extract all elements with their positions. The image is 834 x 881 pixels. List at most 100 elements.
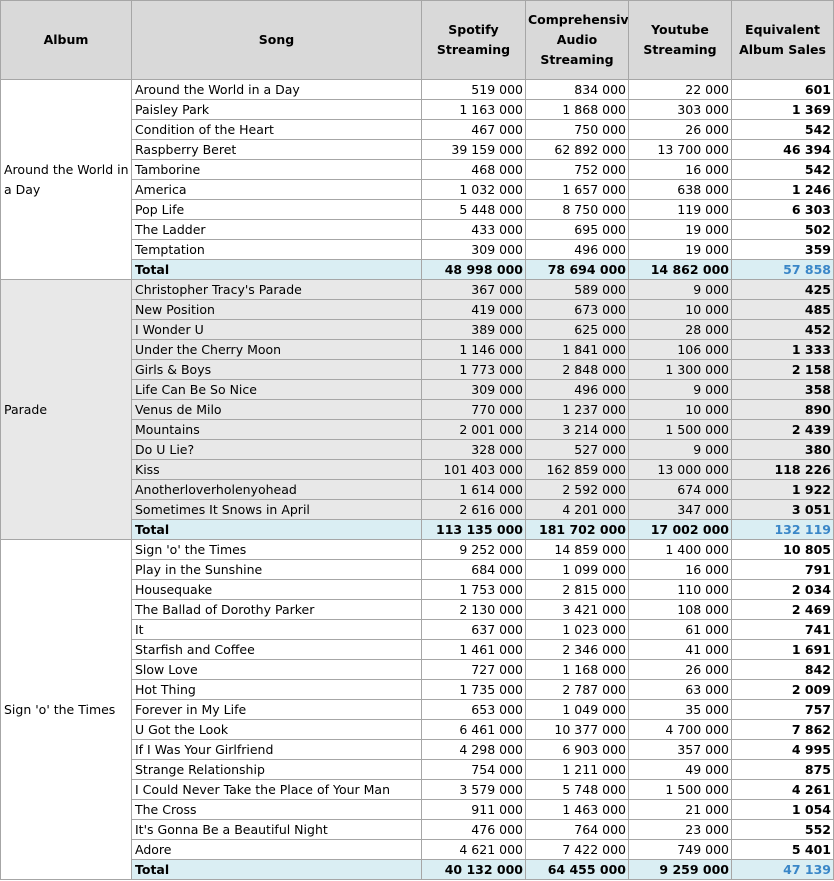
cas-cell: 589 000 [525,279,629,300]
total-label: Total [131,519,422,540]
eas-cell: 542 [731,119,834,140]
song-cell: Forever in My Life [131,699,422,720]
album-name-cell: Sign 'o' the Times [0,539,132,880]
spotify-cell: 1 163 000 [421,99,526,120]
spotify-cell: 3 579 000 [421,779,526,800]
youtube-cell: 26 000 [628,659,732,680]
song-cell: Sometimes It Snows in April [131,499,422,520]
song-cell: Mountains [131,419,422,440]
song-cell: Starfish and Coffee [131,639,422,660]
song-cell: Strange Relationship [131,759,422,780]
eas-cell: 757 [731,699,834,720]
spotify-cell: 2 130 000 [421,599,526,620]
cas-cell: 2 848 000 [525,359,629,380]
spotify-cell: 727 000 [421,659,526,680]
album-name-cell: Parade [0,279,132,540]
song-cell: Slow Love [131,659,422,680]
spotify-cell: 433 000 [421,219,526,240]
youtube-cell: 1 500 000 [628,779,732,800]
youtube-cell: 347 000 [628,499,732,520]
spotify-cell: 6 461 000 [421,719,526,740]
header-song: Song [131,0,422,80]
header-cas: Comprehensive Audio Streaming [525,0,629,80]
song-cell: If I Was Your Girlfriend [131,739,422,760]
cas-cell: 673 000 [525,299,629,320]
eas-cell: 358 [731,379,834,400]
youtube-cell: 16 000 [628,159,732,180]
song-cell: U Got the Look [131,719,422,740]
total-eas-cell: 47 139 [731,859,834,880]
spotify-cell: 367 000 [421,279,526,300]
song-cell: New Position [131,299,422,320]
song-cell: Play in the Sunshine [131,559,422,580]
table-row: Sign 'o' the Times Sign 'o' the Times 9 25… [0,539,834,880]
spotify-cell: 754 000 [421,759,526,780]
total-cas-cell: 78 694 000 [525,259,629,280]
spotify-cell: 770 000 [421,399,526,420]
cas-cell: 1 868 000 [525,99,629,120]
eas-cell: 791 [731,559,834,580]
total-eas-cell: 132 119 [731,519,834,540]
cas-cell: 5 748 000 [525,779,629,800]
cas-cell: 14 859 000 [525,539,629,560]
spotify-cell: 39 159 000 [421,139,526,160]
youtube-cell: 21 000 [628,799,732,820]
youtube-cell: 1 400 000 [628,539,732,560]
song-cell: The Cross [131,799,422,820]
cas-cell: 8 750 000 [525,199,629,220]
total-label: Total [131,259,422,280]
song-cell: I Could Never Take the Place of Your Man [131,779,422,800]
eas-cell: 118 226 [731,459,834,480]
spotify-cell: 1 614 000 [421,479,526,500]
eas-cell: 741 [731,619,834,640]
cas-cell: 752 000 [525,159,629,180]
cas-cell: 1 237 000 [525,399,629,420]
song-cell: America [131,179,422,200]
cas-cell: 1 023 000 [525,619,629,640]
song-cell: Temptation [131,239,422,260]
spotify-cell: 9 252 000 [421,539,526,560]
spotify-cell: 4 621 000 [421,839,526,860]
youtube-cell: 19 000 [628,219,732,240]
eas-cell: 502 [731,219,834,240]
song-cell: Adore [131,839,422,860]
eas-cell: 1 369 [731,99,834,120]
eas-cell: 2 439 [731,419,834,440]
spotify-cell: 637 000 [421,619,526,640]
eas-cell: 552 [731,819,834,840]
cas-cell: 162 859 000 [525,459,629,480]
cas-cell: 1 463 000 [525,799,629,820]
spotify-cell: 1 032 000 [421,179,526,200]
spotify-cell: 684 000 [421,559,526,580]
song-cell: Raspberry Beret [131,139,422,160]
song-cell: Life Can Be So Nice [131,379,422,400]
cas-cell: 1 168 000 [525,659,629,680]
eas-cell: 452 [731,319,834,340]
song-cell: Christopher Tracy's Parade [131,279,422,300]
album-group: Around the World in a Day Around the Worl… [0,79,834,280]
cas-cell: 2 787 000 [525,679,629,700]
spotify-cell: 101 403 000 [421,459,526,480]
total-label: Total [131,859,422,880]
youtube-cell: 10 000 [628,399,732,420]
cas-cell: 2 815 000 [525,579,629,600]
cas-cell: 625 000 [525,319,629,340]
eas-cell: 4 995 [731,739,834,760]
cas-cell: 1 657 000 [525,179,629,200]
youtube-cell: 1 500 000 [628,419,732,440]
total-eas-cell: 57 858 [731,259,834,280]
spotify-cell: 2 001 000 [421,419,526,440]
spotify-cell: 1 773 000 [421,359,526,380]
youtube-cell: 9 000 [628,439,732,460]
cas-cell: 7 422 000 [525,839,629,860]
cas-cell: 1 211 000 [525,759,629,780]
song-cell: Tamborine [131,159,422,180]
cas-cell: 764 000 [525,819,629,840]
eas-cell: 1 691 [731,639,834,660]
eas-cell: 601 [731,79,834,100]
youtube-cell: 9 000 [628,279,732,300]
youtube-cell: 19 000 [628,239,732,260]
youtube-cell: 63 000 [628,679,732,700]
cas-cell: 2 346 000 [525,639,629,660]
header-album: Album [0,0,132,80]
